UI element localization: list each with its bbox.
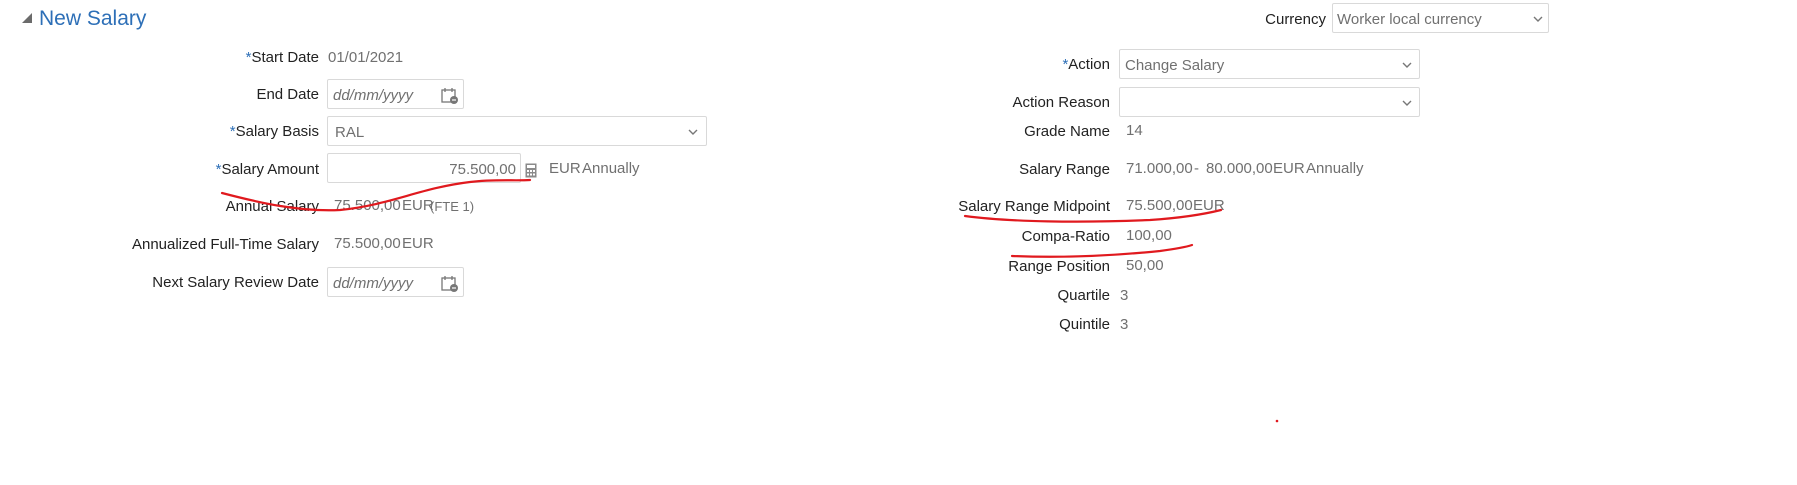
salary-range-currency: EUR: [1273, 160, 1305, 177]
salary-range-label: Salary Range: [1019, 161, 1110, 178]
quintile-label: Quintile: [1059, 316, 1110, 333]
currency-label: Currency: [1265, 11, 1326, 28]
section-title: New Salary: [39, 7, 147, 30]
triangle-collapse-icon[interactable]: [20, 11, 34, 25]
annualized-salary-value: 75.500,00: [334, 235, 401, 252]
action-label: *Action: [1062, 56, 1110, 73]
grade-name-value: 14: [1126, 122, 1143, 139]
annualized-salary-label: Annualized Full-Time Salary: [131, 236, 319, 253]
next-review-input[interactable]: dd/mm/yyyy: [327, 267, 464, 297]
compa-ratio-value: 100,00: [1126, 227, 1172, 244]
grade-name-label: Grade Name: [1024, 123, 1110, 140]
salary-basis-select[interactable]: RAL: [327, 116, 707, 146]
range-position-value: 50,00: [1126, 257, 1164, 274]
midpoint-value: 75.500,00: [1126, 197, 1193, 214]
salary-range-frequency: Annually: [1306, 160, 1364, 177]
quartile-label: Quartile: [1057, 287, 1110, 304]
next-review-placeholder: dd/mm/yyyy: [333, 275, 414, 292]
currency-value: Worker local currency: [1337, 11, 1482, 28]
annual-salary-currency: EUR: [402, 197, 434, 214]
chevron-down-icon: [1402, 100, 1412, 106]
annual-salary-label: Annual Salary: [225, 198, 319, 215]
salary-amount-value: 75.500,00: [449, 161, 516, 178]
quintile-value: 3: [1120, 316, 1129, 333]
compa-ratio-label: Compa-Ratio: [1021, 228, 1110, 245]
annualized-salary-currency: EUR: [402, 235, 434, 252]
salary-range-max: 80.000,00: [1206, 160, 1273, 177]
annual-salary-value: 75.500,00: [334, 197, 401, 214]
action-select[interactable]: Change Salary: [1119, 49, 1420, 79]
salary-range-min: 71.000,00: [1126, 160, 1193, 177]
start-date-label: *Start Date: [245, 49, 319, 66]
action-value: Change Salary: [1125, 57, 1225, 74]
salary-basis-label: *Salary Basis: [229, 123, 319, 140]
calendar-icon[interactable]: [440, 86, 460, 106]
end-date-label: End Date: [256, 86, 319, 103]
salary-amount-frequency: Annually: [582, 160, 640, 177]
salary-amount-label: *Salary Amount: [215, 161, 319, 178]
end-date-input[interactable]: dd/mm/yyyy: [327, 79, 464, 109]
range-position-label: Range Position: [1008, 258, 1110, 275]
salary-basis-value: RAL: [335, 124, 365, 141]
chevron-down-icon: [1533, 16, 1543, 22]
annual-salary-fte: (FTE 1): [430, 199, 475, 214]
salary-range-separator: -: [1194, 160, 1199, 177]
next-review-label: Next Salary Review Date: [152, 274, 319, 291]
action-reason-select[interactable]: [1119, 87, 1420, 117]
chevron-down-icon: [688, 129, 698, 135]
salary-amount-input[interactable]: 75.500,00: [327, 153, 521, 183]
currency-select[interactable]: Worker local currency: [1332, 3, 1549, 33]
quartile-value: 3: [1120, 287, 1129, 304]
start-date-value: 01/01/2021: [328, 49, 404, 66]
calculator-icon[interactable]: [525, 163, 537, 178]
annotation-underline-compa-ratio: [1010, 243, 1194, 258]
midpoint-label: Salary Range Midpoint: [958, 198, 1110, 215]
calendar-icon[interactable]: [440, 274, 460, 294]
salary-amount-currency: EUR: [549, 160, 581, 177]
action-reason-label: Action Reason: [1012, 94, 1110, 111]
end-date-placeholder: dd/mm/yyyy: [333, 87, 414, 104]
midpoint-currency: EUR: [1193, 197, 1225, 214]
chevron-down-icon: [1402, 62, 1412, 68]
annotation-dot: [1275, 419, 1279, 423]
